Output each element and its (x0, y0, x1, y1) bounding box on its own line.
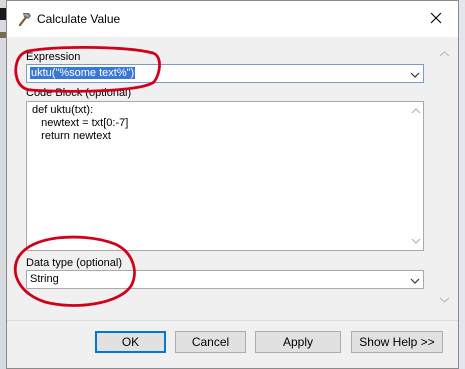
close-button[interactable] (414, 1, 458, 37)
code-block-text[interactable]: def uktu(txt): newtext = txt[0:-7] retur… (32, 104, 128, 143)
button-separator (7, 320, 458, 321)
data-type-label: Data type (optional) (26, 257, 122, 269)
scroll-up-icon[interactable] (436, 47, 453, 61)
expression-value[interactable]: uktu("%some text%") (30, 67, 136, 79)
hammer-icon (16, 10, 34, 28)
scroll-down-icon[interactable] (436, 293, 453, 307)
expression-selected-text: uktu("%some text%") (30, 67, 136, 79)
data-type-value: String (30, 273, 59, 285)
chevron-down-icon[interactable] (409, 69, 421, 81)
scroll-down-icon[interactable] (411, 234, 421, 248)
expression-combobox[interactable]: uktu("%some text%") (26, 64, 424, 83)
data-type-combobox[interactable]: String (26, 270, 424, 289)
background-window-edge-right (459, 0, 465, 369)
ok-button[interactable]: OK (95, 331, 166, 353)
scrollbar-thumb[interactable] (440, 63, 449, 289)
close-icon (430, 12, 442, 27)
expression-label: Expression (26, 51, 81, 63)
cancel-button[interactable]: Cancel (175, 331, 246, 353)
code-block-label: Code Block (optional) (26, 87, 132, 99)
window-title: Calculate Value (37, 12, 121, 26)
apply-button[interactable]: Apply (255, 331, 341, 353)
scroll-up-icon[interactable] (411, 104, 421, 118)
show-help-button[interactable]: Show Help >> (351, 331, 443, 353)
code-block-scrollbar[interactable] (409, 102, 423, 250)
panel-scrollbar[interactable] (436, 45, 453, 309)
code-block-textarea[interactable]: def uktu(txt): newtext = txt[0:-7] retur… (26, 101, 424, 251)
chevron-down-icon[interactable] (409, 275, 421, 287)
title-bar[interactable]: Calculate Value (7, 1, 458, 37)
